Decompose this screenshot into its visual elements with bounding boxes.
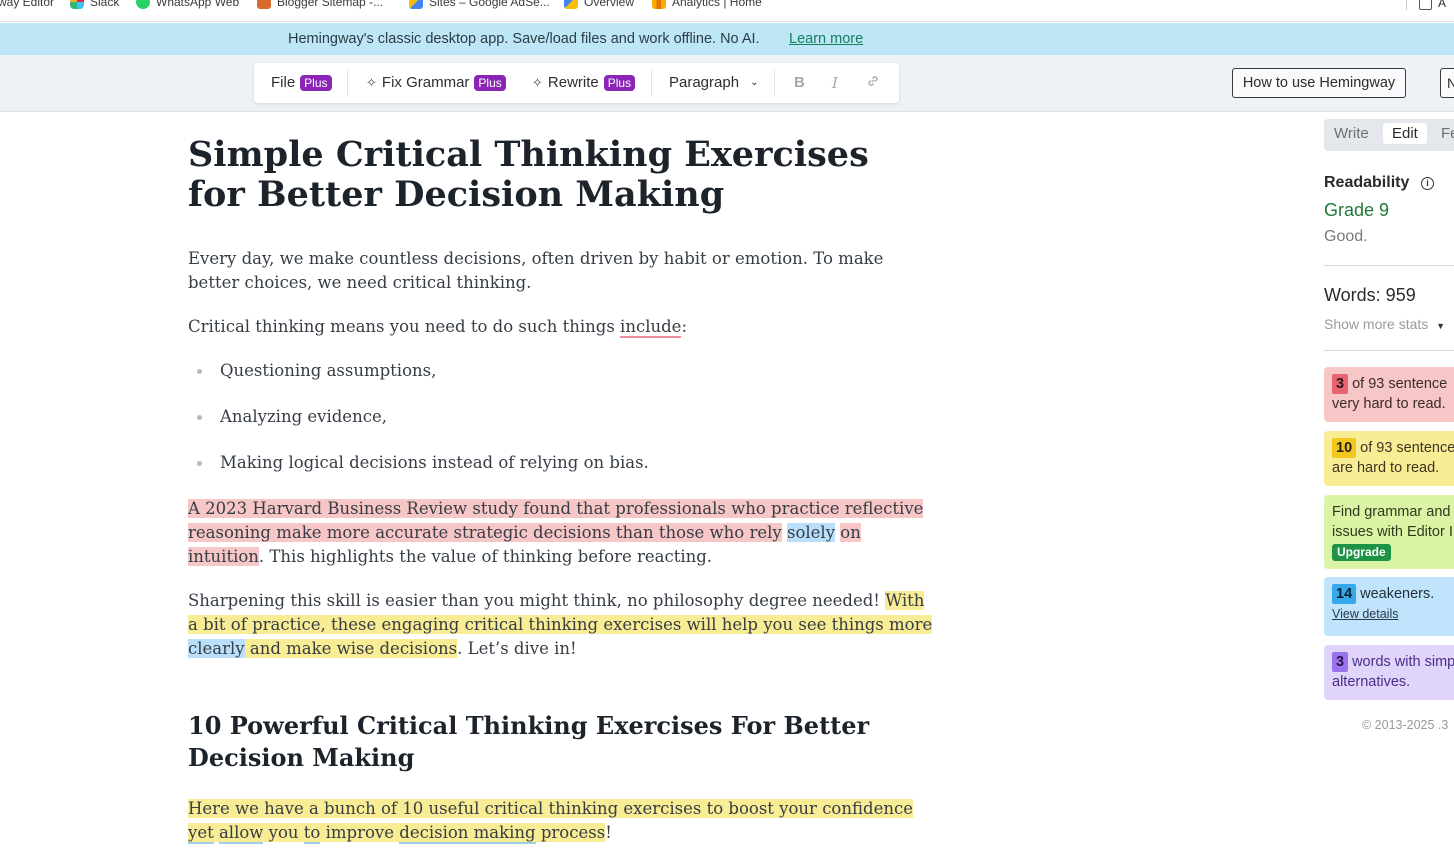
- banner-text: Hemingway's classic desktop app. Save/lo…: [288, 31, 760, 47]
- bookmark-whatsapp[interactable]: WhatsApp Web: [136, 0, 239, 9]
- fix-grammar-button[interactable]: ✧ Fix Grammar Plus: [366, 74, 506, 91]
- paragraph-sharpening[interactable]: Sharpening this skill is easier than you…: [188, 589, 933, 661]
- divider: [1324, 265, 1454, 266]
- count-badge: 3: [1332, 374, 1349, 394]
- chevron-down-icon: ⌄: [750, 77, 759, 88]
- show-more-stats-toggle[interactable]: Show more stats ▼: [1324, 316, 1445, 332]
- bookmark-adsense[interactable]: Sites – Google AdSe...: [409, 0, 550, 9]
- qualifier-underline: allow: [218, 823, 264, 844]
- plus-badge: Plus: [300, 74, 332, 91]
- adsense-icon: [409, 0, 423, 9]
- complex-word-highlight: include: [620, 317, 682, 338]
- link-icon[interactable]: [866, 74, 880, 92]
- divider: [1324, 350, 1454, 351]
- document-title[interactable]: Simple Critical Thinking Exercises for B…: [188, 135, 908, 215]
- info-icon[interactable]: i: [1421, 177, 1434, 190]
- bullet-dot: [197, 369, 202, 374]
- count-badge: 10: [1332, 438, 1357, 458]
- sparkle-icon: ✧: [366, 74, 377, 90]
- hard-sentences-card[interactable]: 10 of 93 sentence are hard to read.: [1324, 431, 1454, 486]
- bookmark-analytics[interactable]: Analytics | Home: [652, 0, 762, 9]
- sparkle-icon: ✧: [532, 74, 543, 90]
- very-hard-sentences-card[interactable]: 3 of 93 sentence very hard to read.: [1324, 367, 1454, 422]
- paragraph-style-dropdown[interactable]: Paragraph ⌄: [669, 74, 758, 91]
- paragraph-definition[interactable]: Critical thinking means you need to do s…: [188, 315, 933, 339]
- plus-badge: Plus: [474, 74, 506, 91]
- qualifier-underline: yet: [188, 823, 214, 844]
- view-details-link[interactable]: View details: [1332, 607, 1398, 621]
- toolbar-divider: [347, 69, 348, 97]
- tab-edit[interactable]: Edit: [1383, 123, 1427, 144]
- bookmark-blogger-sitemap[interactable]: Blogger Sitemap -...: [257, 0, 383, 9]
- whatsapp-icon: [136, 0, 150, 9]
- simpler-alternatives-card[interactable]: 3 words with simp alternatives.: [1324, 645, 1454, 700]
- how-to-use-button[interactable]: How to use Hemingway: [1232, 68, 1406, 98]
- overview-icon: [564, 0, 578, 9]
- bookmark-hemingway[interactable]: way Editor: [0, 0, 54, 9]
- weakeners-card[interactable]: 14 weakeners. View details: [1324, 577, 1454, 636]
- caret-down-icon: ▼: [1436, 321, 1446, 331]
- italic-button[interactable]: I: [832, 74, 838, 92]
- hard-sentence-highlight: Here we have a bunch of 10 useful critic…: [188, 799, 913, 818]
- grade-note: Good.: [1324, 228, 1368, 245]
- toolbar-divider: [651, 69, 652, 97]
- mode-tabs: Write Edit Fe: [1324, 119, 1454, 151]
- plus-badge: Plus: [603, 74, 636, 91]
- section-heading[interactable]: 10 Powerful Critical Thinking Exercises …: [188, 710, 908, 774]
- editor-toolbar: File Plus ✧ Fix Grammar Plus ✧ Rewrite P…: [254, 63, 899, 103]
- bold-button[interactable]: B: [794, 74, 805, 91]
- bookmark-overview[interactable]: Overview: [564, 0, 634, 9]
- copyright-text: © 2013-2025 .3: [1362, 718, 1449, 732]
- file-menu-button[interactable]: File Plus: [271, 74, 332, 91]
- count-badge: 3: [1332, 652, 1349, 672]
- grammar-upgrade-card[interactable]: Find grammar and issues with Editor I Up…: [1324, 495, 1454, 569]
- word-count: Words: 959: [1324, 285, 1416, 305]
- bullet-dot: [197, 461, 202, 466]
- readability-label: Readability: [1324, 174, 1410, 191]
- bookmark-all[interactable]: A: [1418, 0, 1446, 10]
- tab-write[interactable]: Write: [1334, 125, 1369, 142]
- bookmarks-bar: way Editor Slack WhatsApp Web Blogger Si…: [0, 0, 1454, 22]
- learn-more-link[interactable]: Learn more: [789, 31, 863, 47]
- grade-value: Grade 9: [1324, 200, 1390, 220]
- hard-sentence-highlight: and make wise decisions: [244, 639, 458, 658]
- paragraph-study[interactable]: A 2023 Harvard Business Review study fou…: [188, 497, 933, 569]
- bullet-dot: [197, 415, 202, 420]
- folder-icon: [1418, 0, 1432, 10]
- sitemap-icon: [257, 0, 271, 9]
- edge-button[interactable]: N: [1440, 68, 1454, 98]
- paragraph-exercises-intro[interactable]: Here we have a bunch of 10 useful critic…: [188, 797, 933, 845]
- tab-feedback[interactable]: Fe: [1441, 125, 1454, 142]
- upgrade-button[interactable]: Upgrade: [1332, 544, 1391, 561]
- count-badge: 14: [1332, 584, 1357, 604]
- adverb-highlight: solely: [786, 523, 836, 542]
- promo-banner: Hemingway's classic desktop app. Save/lo…: [0, 23, 1454, 55]
- adverb-highlight: clearly: [188, 639, 245, 658]
- qualifier-underline: decision making: [399, 823, 536, 844]
- analytics-icon: [652, 0, 666, 9]
- toolbar-divider: [774, 69, 775, 97]
- bookmark-slack[interactable]: Slack: [70, 0, 119, 9]
- paragraph-intro[interactable]: Every day, we make countless decisions, …: [188, 247, 933, 295]
- rewrite-button[interactable]: ✧ Rewrite Plus: [532, 74, 636, 91]
- slack-icon: [70, 0, 84, 9]
- bookmarks-separator: [1406, 0, 1407, 10]
- qualifier-underline: to: [303, 823, 321, 844]
